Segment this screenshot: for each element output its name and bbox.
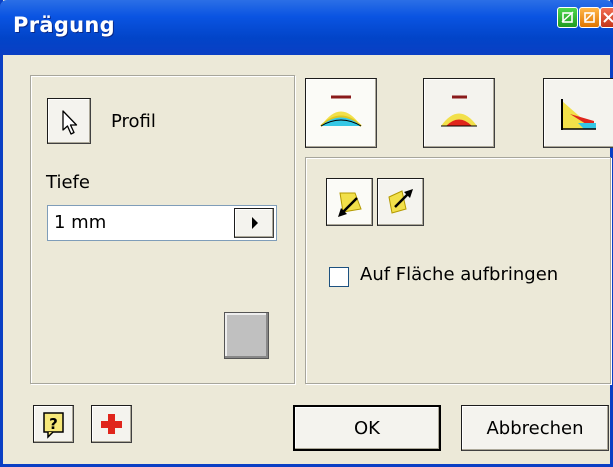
mode-emboss-button[interactable] bbox=[305, 78, 377, 148]
help-question-icon: ? bbox=[43, 412, 64, 439]
depth-input[interactable]: 1 mm bbox=[47, 205, 277, 241]
color-swatch-button[interactable] bbox=[224, 312, 269, 359]
help-button[interactable]: ? bbox=[33, 405, 74, 443]
cancel-label: Abbrechen bbox=[486, 418, 584, 439]
triangle-right-icon bbox=[252, 217, 258, 229]
engrave-from-face-icon bbox=[441, 95, 477, 127]
wrap-checkbox-label[interactable]: Auf Fläche aufbringen bbox=[360, 264, 558, 285]
close-icon[interactable] bbox=[600, 7, 613, 28]
cursor-arrow-icon bbox=[62, 110, 78, 135]
svg-text:?: ? bbox=[49, 415, 58, 433]
depth-value: 1 mm bbox=[54, 212, 107, 233]
minimize-icon[interactable] bbox=[557, 7, 578, 28]
options-group: Auf Fläche aufbringen bbox=[305, 157, 611, 384]
add-button[interactable] bbox=[91, 405, 132, 443]
profile-select-button[interactable] bbox=[47, 98, 91, 144]
direction-flip-up-icon bbox=[388, 189, 413, 214]
emboss-engrave-from-plane-icon bbox=[561, 99, 596, 130]
emboss-from-face-icon bbox=[320, 95, 362, 127]
title-bar[interactable]: Prägung bbox=[0, 0, 613, 55]
red-plus-icon bbox=[101, 414, 122, 434]
profile-group: Profil Tiefe 1 mm bbox=[30, 75, 295, 384]
ok-label: OK bbox=[354, 418, 380, 439]
direction-down-button[interactable] bbox=[326, 178, 373, 226]
ok-button[interactable]: OK bbox=[293, 405, 441, 451]
mode-engrave-button[interactable] bbox=[423, 78, 495, 148]
window-title: Prägung bbox=[13, 13, 115, 37]
mode-plane-button[interactable] bbox=[543, 78, 613, 148]
depth-label: Tiefe bbox=[46, 172, 90, 193]
help-icon[interactable] bbox=[579, 7, 600, 28]
direction-flip-down-icon bbox=[338, 192, 362, 217]
wrap-checkbox[interactable] bbox=[329, 267, 349, 287]
direction-up-button[interactable] bbox=[377, 178, 424, 226]
profile-label: Profil bbox=[111, 111, 156, 132]
cancel-button[interactable]: Abbrechen bbox=[461, 405, 609, 451]
dialog-window: Prägung Profil Tiefe 1 mm Auf Fläche auf… bbox=[0, 0, 613, 467]
depth-dropdown-button[interactable] bbox=[234, 208, 274, 238]
